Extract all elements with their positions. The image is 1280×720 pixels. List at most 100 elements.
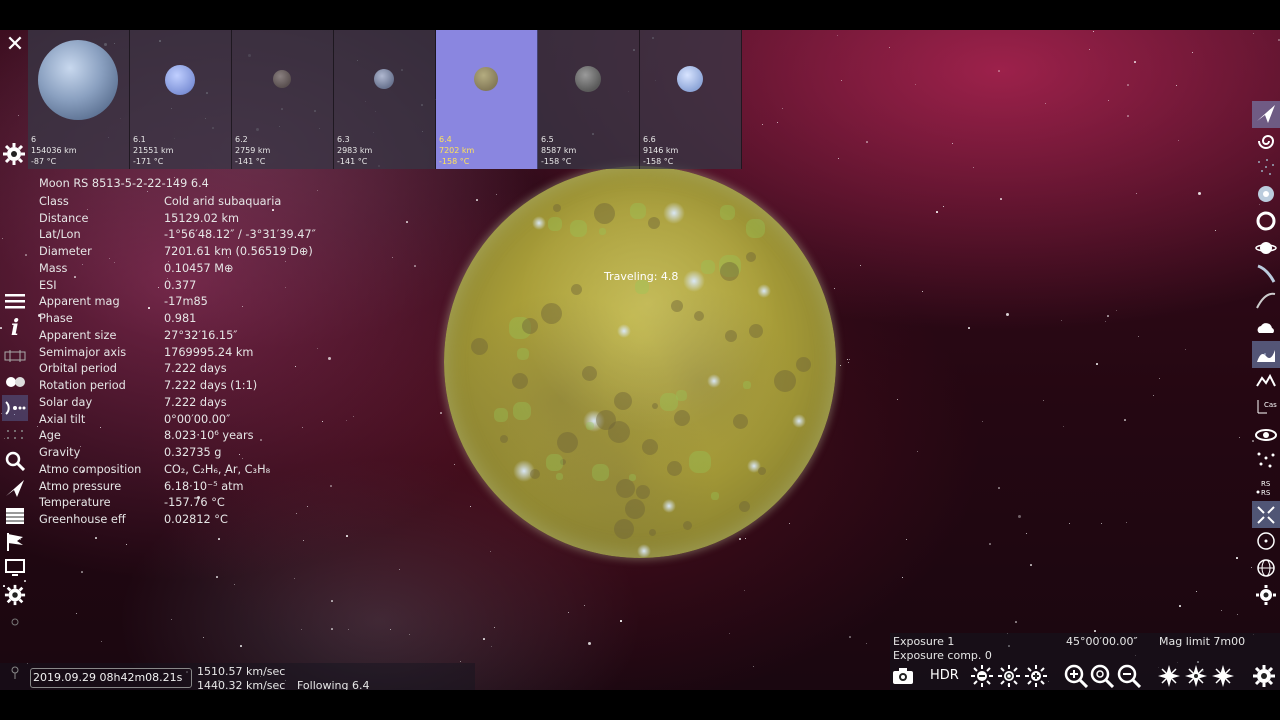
exposure-label: Exposure 1	[893, 635, 955, 648]
thumbnail-item[interactable]: 6.3 2983 km -141 °C	[334, 30, 436, 169]
flag-icon[interactable]	[2, 528, 28, 555]
star	[1221, 610, 1222, 611]
ship-icon[interactable]	[1252, 101, 1280, 128]
star	[1018, 515, 1021, 518]
moon-planet[interactable]	[444, 166, 836, 558]
star	[392, 257, 393, 258]
star	[998, 487, 1000, 489]
thumbnail-size: 7202 km	[439, 146, 475, 155]
info-key: Lat/Lon	[39, 228, 81, 242]
settings-icon[interactable]	[1252, 581, 1280, 608]
star	[982, 421, 983, 422]
thumbnail-size: 21551 km	[133, 146, 174, 155]
star	[1185, 349, 1186, 350]
surface-feature	[470, 337, 488, 355]
star-plus-icon[interactable]	[1211, 665, 1235, 687]
camera-icon[interactable]	[891, 665, 915, 687]
brightness-up-icon[interactable]	[1024, 665, 1048, 687]
right-toolbar: Cas RS RS	[1252, 101, 1280, 608]
orbit-icon[interactable]	[1252, 288, 1280, 315]
star	[414, 265, 416, 267]
close-icon[interactable]: ✕	[3, 33, 27, 57]
thumbnail-item[interactable]: 6.6 9146 km -158 °C	[640, 30, 742, 169]
search-icon[interactable]	[2, 448, 28, 475]
thumbnail-item[interactable]: 6.5 8587 km -158 °C	[538, 30, 640, 169]
star-minus-icon[interactable]	[1157, 665, 1181, 687]
star-reset-icon[interactable]	[1184, 665, 1208, 687]
settings-icon[interactable]	[1252, 665, 1276, 687]
star	[490, 551, 491, 552]
svg-text:Cas: Cas	[1264, 401, 1277, 409]
constellation-icon[interactable]: Cas	[1252, 395, 1280, 422]
thumbnail-item[interactable]: 6 154036 km -87 °C	[28, 30, 130, 169]
arrows-icon[interactable]	[1252, 501, 1280, 528]
settings-icon[interactable]	[2, 582, 28, 609]
date-time-field[interactable]: 2019.09.29 08h42m08.21s	[30, 668, 192, 688]
circle-icon[interactable]	[1252, 528, 1280, 555]
cloud-icon[interactable]	[1252, 315, 1280, 342]
star-field-icon[interactable]	[1252, 154, 1280, 181]
ship-icon[interactable]	[2, 475, 28, 502]
comet-icon[interactable]	[1252, 261, 1280, 288]
star	[109, 258, 110, 259]
thumbnail-item[interactable]: 6.2 2759 km -141 °C	[232, 30, 334, 169]
surface-feature	[556, 473, 563, 481]
gear-icon[interactable]	[2, 142, 26, 166]
planet-icon[interactable]	[1252, 234, 1280, 261]
brightness-down-icon[interactable]	[970, 665, 994, 687]
star-icon[interactable]	[1252, 208, 1280, 235]
surface-feature	[512, 402, 531, 421]
zoom-out-icon[interactable]	[1117, 664, 1141, 688]
body-preview-icon	[474, 67, 498, 91]
labels-icon[interactable]: RS RS	[1252, 475, 1280, 502]
thumbnail-size: 2759 km	[235, 146, 271, 155]
star	[588, 642, 591, 645]
info-value: 15129.02 km	[164, 211, 240, 225]
star	[348, 629, 349, 630]
star	[95, 537, 97, 539]
star	[837, 35, 838, 36]
star	[860, 265, 861, 266]
surface-bright-spot	[757, 284, 771, 298]
thumbnail-size: 8587 km	[541, 146, 577, 155]
star	[1069, 523, 1070, 524]
surface-feature	[674, 409, 691, 426]
star	[1176, 85, 1177, 86]
body-preview-icon	[38, 40, 118, 120]
zoom-reset-icon[interactable]	[1090, 664, 1114, 688]
calendar-icon[interactable]	[2, 502, 28, 529]
map-icon[interactable]	[2, 341, 28, 368]
info-value: 8.023·10⁶ years	[164, 429, 254, 443]
thumbnail-item[interactable]: 6.4 7202 km -158 °C	[436, 30, 538, 169]
hdr-button[interactable]: HDR	[930, 668, 959, 683]
globe-icon[interactable]	[1252, 555, 1280, 582]
person-icon[interactable]	[9, 665, 21, 679]
zoom-in-icon[interactable]	[1064, 664, 1088, 688]
thumbnail-temp: -87 °C	[31, 157, 57, 166]
menu-icon[interactable]	[2, 288, 28, 315]
star	[285, 261, 286, 262]
surface-feature	[553, 204, 562, 213]
planets-icon[interactable]	[2, 368, 28, 395]
info-value: 7201.61 km (0.56519 D⊕)	[164, 245, 313, 258]
surface-feature	[711, 491, 720, 500]
galaxy-icon[interactable]	[1252, 128, 1280, 155]
grid-icon[interactable]	[2, 421, 28, 448]
star	[239, 454, 240, 455]
wave-icon[interactable]	[1252, 341, 1280, 368]
info-icon[interactable]: i	[2, 315, 28, 342]
star	[1094, 630, 1096, 632]
body-preview-icon	[273, 70, 291, 88]
monitor-icon[interactable]	[2, 555, 28, 582]
terrain-icon[interactable]	[1252, 368, 1280, 395]
grid-dots-icon[interactable]	[1252, 448, 1280, 475]
nebula-icon[interactable]	[1252, 181, 1280, 208]
thumbnail-item[interactable]: 6.1 21551 km -171 °C	[130, 30, 232, 169]
system-icon[interactable]	[2, 394, 28, 422]
star	[1126, 522, 1127, 523]
star	[866, 141, 868, 143]
eye-icon[interactable]	[1252, 421, 1280, 448]
star	[1116, 310, 1117, 311]
brightness-reset-icon[interactable]	[997, 665, 1021, 687]
star	[322, 421, 323, 422]
